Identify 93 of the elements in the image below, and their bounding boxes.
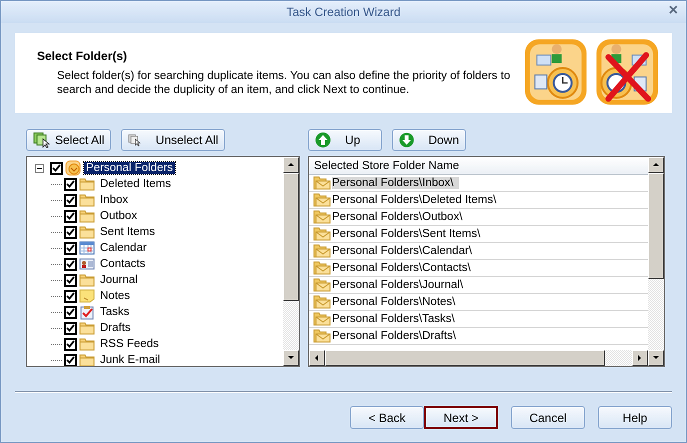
checkbox[interactable] — [65, 290, 76, 302]
list-row[interactable]: Personal Folders\Inbox\ — [332, 177, 460, 189]
tree-item[interactable]: RSS Feeds — [98, 338, 161, 350]
scroll-thumb[interactable] — [283, 173, 299, 301]
toolbar-button[interactable]: Down — [392, 129, 466, 151]
scroll-arrow-button[interactable] — [648, 157, 664, 173]
checkbox[interactable] — [65, 338, 76, 350]
tree-item[interactable]: Calendar — [98, 242, 149, 254]
list-row[interactable]: Personal Folders\Sent Items\ — [332, 228, 486, 240]
mail-folder-icon — [313, 176, 331, 190]
note-icon — [79, 289, 95, 303]
right-triangle-icon — [636, 354, 644, 362]
tree-item[interactable]: Junk E-mail — [98, 354, 162, 366]
down-triangle-icon — [652, 354, 660, 362]
tree-item[interactable]: Personal Folders — [84, 162, 175, 174]
dialog-button[interactable]: < Back — [350, 406, 424, 429]
mail-folder-icon — [313, 193, 331, 207]
scroll-arrow-button[interactable] — [283, 157, 299, 173]
checkbox[interactable] — [65, 242, 76, 254]
mail-folder-icon — [313, 278, 331, 292]
checkbox[interactable] — [65, 210, 76, 222]
scroll-arrow-button[interactable] — [309, 350, 325, 366]
step-title: Select Folder(s) — [37, 49, 128, 63]
dialog-button[interactable]: Cancel — [511, 406, 585, 429]
folder-icon — [79, 209, 95, 223]
checkbox[interactable] — [65, 258, 76, 270]
checkbox[interactable] — [65, 274, 76, 286]
cursor-pages-icon — [33, 132, 51, 148]
checkbox[interactable] — [65, 354, 76, 366]
tree-item[interactable]: Inbox — [98, 194, 130, 206]
mail-folder-icon — [313, 227, 331, 241]
tree-item[interactable]: Outbox — [98, 210, 140, 222]
list-row[interactable]: Personal Folders\Notes\ — [332, 296, 462, 308]
cursor-pages-icon — [128, 132, 142, 148]
horizontal-scrollbar[interactable] — [309, 350, 648, 366]
toolbar-button[interactable]: Select All — [26, 129, 112, 151]
folder-icon — [79, 321, 95, 335]
folder-icon — [79, 193, 95, 207]
folder-icon — [79, 273, 95, 287]
checkbox[interactable] — [51, 162, 62, 174]
checkbox[interactable] — [65, 322, 76, 334]
scroll-arrow-button[interactable] — [632, 350, 648, 366]
list-row[interactable]: Personal Folders\Tasks\ — [332, 313, 461, 325]
folder-icon — [79, 225, 95, 239]
tree-item[interactable]: Contacts — [98, 258, 148, 270]
tree-item[interactable]: Sent Items — [98, 226, 157, 238]
list-row[interactable]: Personal Folders\Drafts\ — [332, 330, 462, 342]
toolbar-button[interactable]: Up — [308, 129, 382, 151]
folder-icon — [79, 177, 95, 191]
mailbox-icon — [65, 160, 81, 176]
checkbox[interactable] — [65, 178, 76, 190]
checkbox[interactable] — [65, 306, 76, 318]
scroll-arrow-button[interactable] — [283, 350, 299, 366]
folder-icon — [79, 337, 95, 351]
dialog-button[interactable]: Next > — [424, 406, 498, 429]
up-triangle-icon — [287, 161, 295, 169]
tree-item[interactable]: Journal — [98, 274, 140, 286]
list-row[interactable]: Personal Folders\Deleted Items\ — [332, 194, 502, 206]
folder-icon — [79, 353, 95, 366]
list-row[interactable]: Personal Folders\Outbox\ — [332, 211, 468, 223]
down-triangle-icon — [287, 354, 295, 362]
clipboard-check-icon — [79, 304, 95, 320]
dialog-button[interactable]: Help — [598, 406, 672, 429]
mail-folder-icon — [313, 244, 331, 258]
mail-folder-icon — [313, 312, 331, 326]
mail-folder-icon — [313, 210, 331, 224]
window-title: Task Creation Wizard — [286, 5, 401, 19]
mail-folder-icon — [313, 261, 331, 275]
list-row[interactable]: Personal Folders\Contacts\ — [332, 262, 477, 274]
tree-item[interactable]: Notes — [98, 290, 132, 302]
calendar-icon — [79, 241, 95, 255]
left-triangle-icon — [313, 354, 321, 362]
step-description: Select folder(s) for searching duplicate items. You can also define the priority of folders to search and decide the duplicity of an item, and click Next to continue. — [57, 69, 512, 97]
collapse-icon[interactable] — [35, 164, 44, 172]
column-header[interactable]: Selected Store Folder Name — [309, 157, 648, 175]
scroll-arrow-button[interactable] — [648, 350, 664, 366]
mail-folder-icon — [313, 295, 331, 309]
toolbar-button[interactable]: Unselect All — [121, 129, 226, 151]
scroll-thumb[interactable] — [325, 350, 605, 366]
mail-folder-icon — [313, 329, 331, 343]
list-row[interactable]: Personal Folders\Journal\ — [332, 279, 470, 291]
list-row[interactable]: Personal Folders\Calendar\ — [332, 245, 478, 257]
vertical-scrollbar[interactable] — [648, 157, 664, 366]
tree-item[interactable]: Tasks — [98, 306, 132, 318]
close-button[interactable]: × — [668, 3, 678, 19]
vertical-scrollbar[interactable] — [283, 157, 299, 366]
tree-item[interactable]: Deleted Items — [98, 178, 173, 190]
up-triangle-icon — [652, 161, 660, 169]
scroll-thumb[interactable] — [648, 173, 664, 279]
tree-item[interactable]: Drafts — [98, 322, 133, 334]
checkbox[interactable] — [65, 194, 76, 206]
contact-card-icon — [79, 257, 95, 271]
checkbox[interactable] — [65, 226, 76, 238]
